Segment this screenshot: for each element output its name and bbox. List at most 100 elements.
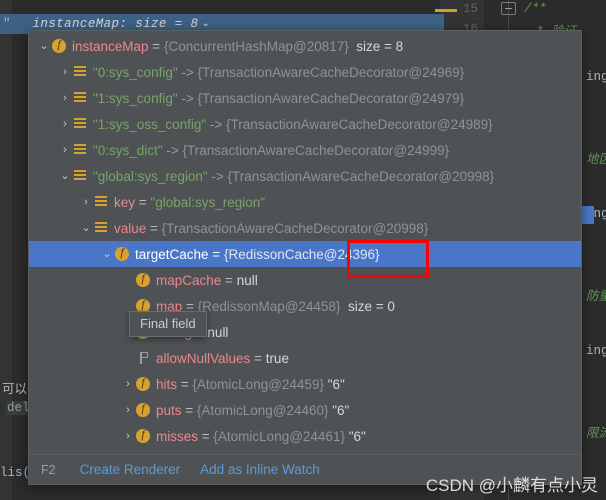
tree-row[interactable]: › puts = {AtomicLong@24460} "6" — [29, 397, 581, 423]
tree-row-text: -> — [177, 90, 198, 106]
map-entry-icon — [72, 116, 88, 132]
tree-row[interactable]: › "1:sys_oss_config" -> {TransactionAware… — [29, 111, 581, 137]
inline-hint-quote: " — [3, 17, 11, 31]
tree-row-text: = — [221, 272, 237, 288]
code-fold-marker[interactable] — [501, 2, 516, 15]
tree-row-text: targetCache — [135, 246, 209, 262]
collapse-toggle-icon[interactable]: ⌄ — [100, 248, 114, 260]
tree-row-text: "1:sys_oss_config" — [93, 116, 207, 132]
expand-toggle-icon[interactable]: › — [121, 378, 135, 390]
collapse-toggle-icon[interactable]: ⌄ — [79, 222, 93, 234]
tree-row-text: size = 8 — [348, 38, 404, 54]
expand-toggle-icon[interactable]: › — [58, 92, 72, 104]
tree-row[interactable]: ⌄ value = {TransactionAwareCacheDecorator… — [29, 215, 581, 241]
tree-row-text: "6" — [344, 428, 366, 444]
tree-row-text: "global:sys_region" — [150, 194, 266, 210]
tree-row-text: {TransactionAwareCacheDecorator@24969} — [197, 64, 465, 80]
tree-row-text: = — [250, 350, 266, 366]
tree-row-text: {RedissonMap@24458} — [197, 298, 341, 314]
expand-toggle-icon[interactable]: › — [79, 196, 93, 208]
code-text: lis( — [0, 466, 31, 480]
map-entry-icon — [72, 64, 88, 80]
tree-row-text: key — [114, 194, 136, 210]
add-as-inline-watch-link[interactable]: Add as Inline Watch — [200, 462, 320, 477]
tree-row-text: = — [177, 376, 193, 392]
variables-tree[interactable]: ⌄ instanceMap = {ConcurrentHashMap@20817}… — [29, 33, 581, 484]
tree-row-text: {TransactionAwareCacheDecorator@24989} — [226, 116, 493, 132]
tree-row[interactable]: › "0:sys_dict" -> {TransactionAwareCacheD… — [29, 137, 581, 163]
tree-row-text: = — [146, 220, 162, 236]
tree-row-text: {TransactionAwareCacheDecorator@24979} — [197, 90, 465, 106]
editor-selection-marker — [580, 206, 594, 224]
tree-row-text: = — [148, 38, 164, 54]
tree-row[interactable]: › key = "global:sys_region" — [29, 189, 581, 215]
final-field-tooltip: Final field — [129, 311, 207, 337]
field-icon — [51, 37, 67, 54]
tree-row-text: = — [181, 402, 197, 418]
map-entry-icon — [72, 168, 88, 184]
tree-row[interactable]: › hits = {AtomicLong@24459} "6" — [29, 371, 581, 397]
tree-row-text: {AtomicLong@24460} — [196, 402, 329, 418]
tree-row-text: allowNullValues — [156, 350, 251, 366]
map-entry-icon — [72, 90, 88, 106]
tree-row-text: misses — [156, 428, 199, 444]
tree-row[interactable]: › misses = {AtomicLong@24461} "6" — [29, 423, 581, 449]
shortcut-label: F2 — [41, 462, 56, 477]
collapse-toggle-icon[interactable]: ⌄ — [37, 40, 51, 52]
tree-row[interactable]: allowNullValues = true — [29, 345, 581, 371]
ide-debugger-screenshot: 15 16 /** * 验证 ing 地区 ing 防重 ing 限流 可以 d… — [0, 0, 606, 500]
tree-row-text: {TransactionAwareCacheDecorator@20998} — [161, 220, 429, 236]
debugger-value-popup: ⌄ instanceMap = {ConcurrentHashMap@20817}… — [28, 30, 582, 485]
tree-row[interactable]: ⌄ targetCache = {RedissonCache@24396} — [29, 241, 581, 267]
tree-row[interactable]: ⌄ instanceMap = {ConcurrentHashMap@20817}… — [29, 33, 581, 59]
expand-toggle-icon[interactable]: › — [58, 66, 72, 78]
tree-row-text: null — [236, 272, 258, 288]
expand-toggle-icon[interactable]: › — [121, 430, 135, 442]
collapse-toggle-icon[interactable]: ⌄ — [58, 170, 72, 182]
tree-row-text: puts — [156, 402, 182, 418]
tree-row-text: "6" — [323, 376, 345, 392]
tree-row[interactable]: map = {RedissonMap@24458} size = 0 — [29, 293, 581, 319]
code-text: 限流 — [586, 427, 606, 441]
tree-row[interactable]: config = null — [29, 319, 581, 345]
tree-row-text: value — [114, 220, 147, 236]
tree-row-text: = — [135, 194, 151, 210]
editor-left-strip — [0, 0, 12, 500]
tree-row[interactable]: ⌄ "global:sys_region" -> {TransactionAwar… — [29, 163, 581, 189]
inline-hint-text: instanceMap: size = 8 — [32, 17, 199, 31]
tree-row[interactable]: › "0:sys_config" -> {TransactionAwareCach… — [29, 59, 581, 85]
tree-row-text: -> — [162, 142, 183, 158]
create-renderer-link[interactable]: Create Renderer — [80, 462, 181, 477]
tree-row-text: true — [265, 350, 289, 366]
tree-row-text: "0:sys_config" — [93, 64, 178, 80]
expand-toggle-icon[interactable]: › — [121, 404, 135, 416]
code-text: 防重 — [586, 290, 606, 304]
field-icon — [114, 245, 130, 262]
code-text: ing — [586, 344, 606, 358]
expand-toggle-icon[interactable]: › — [58, 144, 72, 156]
tree-row-text: "0:sys_dict" — [93, 142, 163, 158]
tree-row-text: {RedissonCache@24396} — [223, 246, 380, 262]
tree-row-text: {AtomicLong@24461} — [213, 428, 345, 444]
expand-toggle-icon[interactable]: › — [58, 118, 72, 130]
tree-row-text: {TransactionAwareCacheDecorator@24999} — [182, 142, 450, 158]
tree-row-text: {TransactionAwareCacheDecorator@20998} — [227, 168, 495, 184]
tree-row[interactable]: › "1:sys_config" -> {TransactionAwareCach… — [29, 85, 581, 111]
chevron-down-icon[interactable]: ⌄ — [201, 19, 209, 29]
editor-tab-marker — [435, 9, 457, 12]
field-icon — [135, 401, 151, 418]
tree-row-text: mapCache — [156, 272, 222, 288]
tree-row-text: -> — [177, 64, 198, 80]
tree-row-text: {AtomicLong@24459} — [192, 376, 324, 392]
tree-row-text: "global:sys_region" — [93, 168, 208, 184]
map-entry-icon — [72, 142, 88, 158]
code-text: ing — [586, 70, 606, 84]
tree-row-text: null — [207, 324, 229, 340]
tree-row[interactable]: mapCache = null — [29, 267, 581, 293]
map-entry-icon — [93, 194, 109, 210]
tree-row-text: "1:sys_config" — [93, 90, 178, 106]
tree-row-text: hits — [156, 376, 178, 392]
gutter-line-number: 15 — [462, 2, 478, 16]
tree-row-text: = — [208, 246, 224, 262]
field-icon — [135, 375, 151, 392]
